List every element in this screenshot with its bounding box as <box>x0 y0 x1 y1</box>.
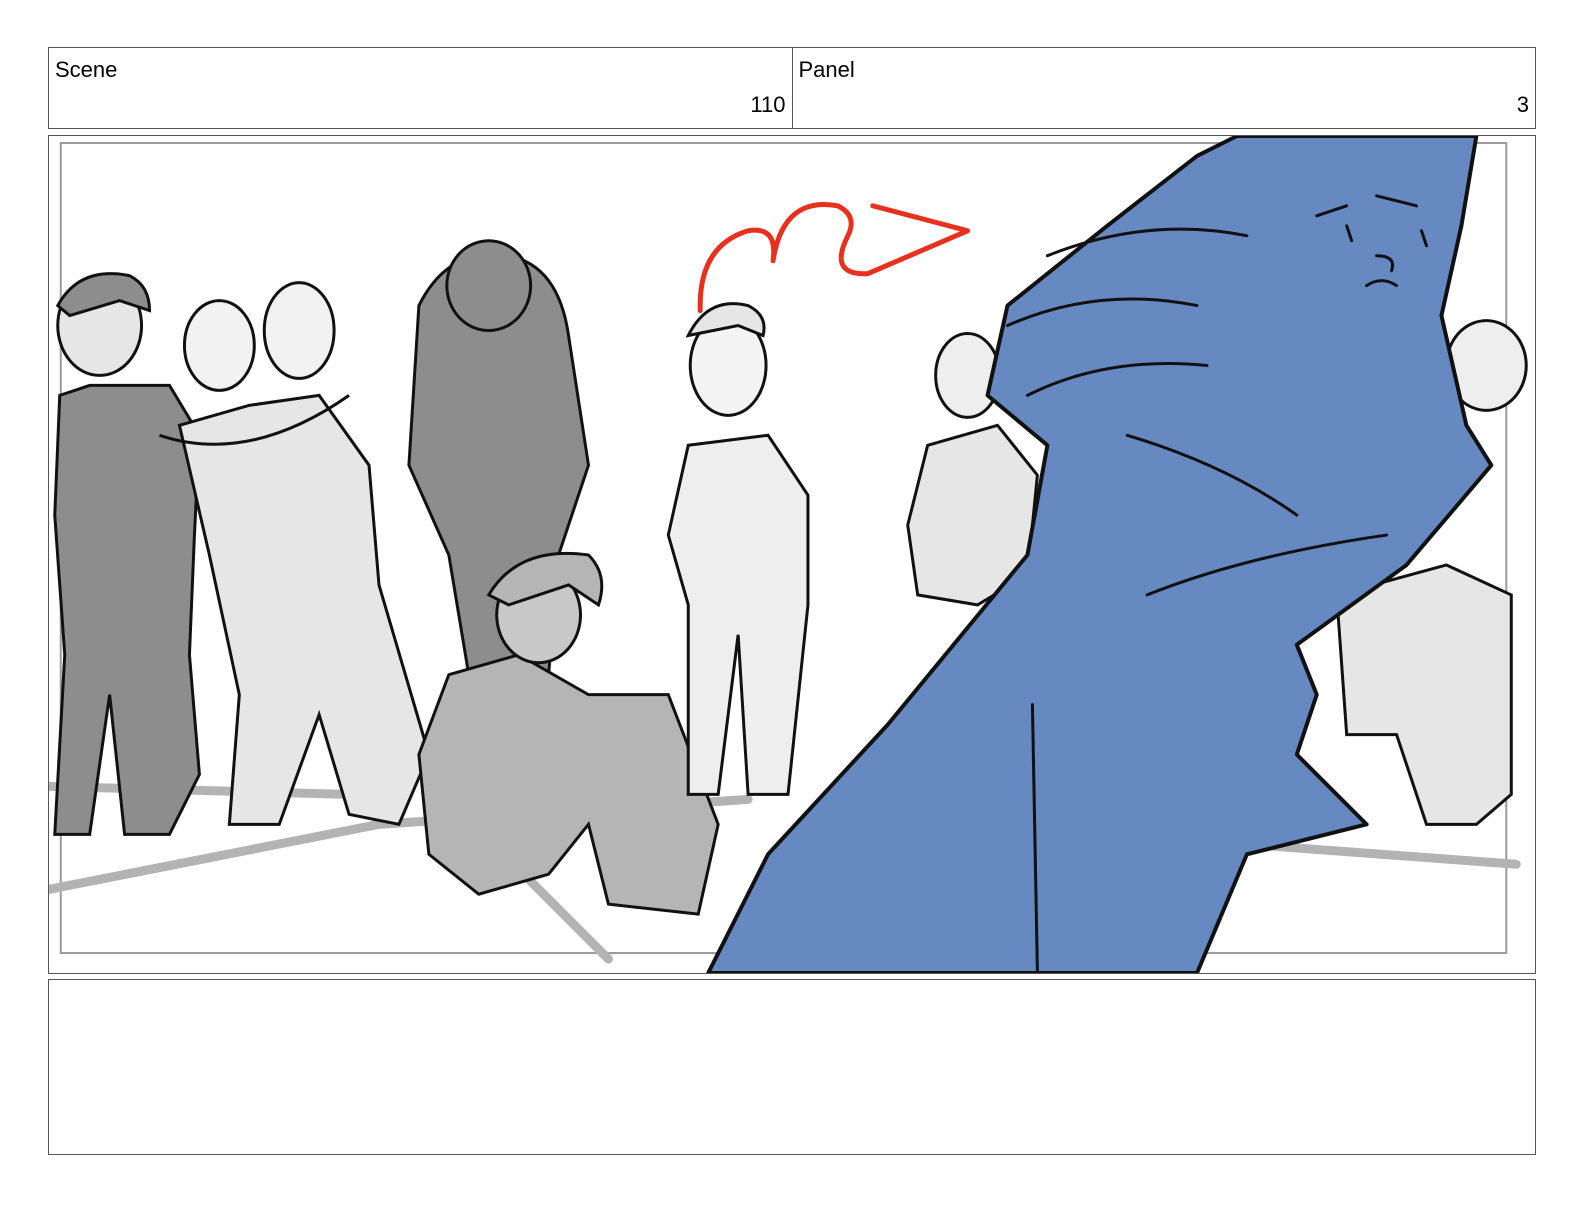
man-left-figure <box>53 272 201 836</box>
foreground-woman-figure <box>706 136 1494 973</box>
panel-number: 3 <box>1516 92 1529 117</box>
motion-arrow <box>697 202 971 314</box>
notes-box <box>48 979 1536 1155</box>
panel-header: Scene 110 Panel 3 <box>48 47 1536 129</box>
couple-figures <box>159 281 431 827</box>
scene-number: 110 <box>750 92 786 117</box>
storyboard-frame <box>48 135 1536 974</box>
scene-label: Scene <box>55 57 118 82</box>
storyboard-sketch <box>49 136 1528 973</box>
scene-cell: Scene 110 <box>49 48 792 128</box>
standing-man-figure <box>666 302 810 796</box>
panel-cell: Panel 3 <box>791 48 1536 128</box>
panel-label: Panel <box>798 57 855 82</box>
